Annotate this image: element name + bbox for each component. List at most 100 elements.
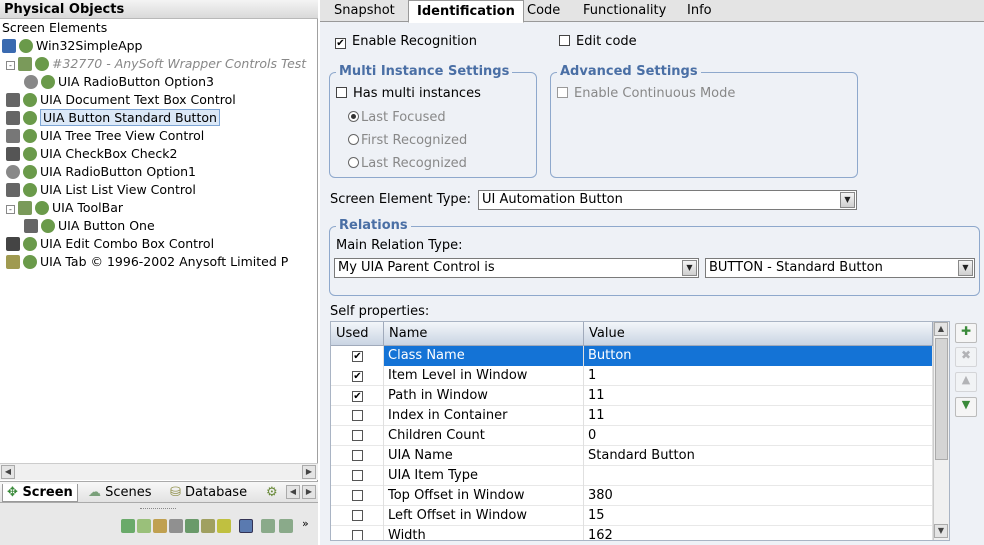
- pointer-icon[interactable]: [169, 519, 183, 533]
- used-checkbox[interactable]: [352, 450, 363, 461]
- property-value-cell[interactable]: Standard Button: [584, 446, 933, 466]
- used-checkbox[interactable]: ✔: [352, 351, 363, 362]
- used-cell[interactable]: [331, 406, 384, 426]
- scroll-up-icon[interactable]: ▲: [934, 322, 948, 336]
- tree-item[interactable]: Screen Elements: [2, 19, 107, 37]
- object-tree[interactable]: Screen Elements Win32SimpleApp - #32770 - A…: [0, 19, 318, 463]
- tree-item[interactable]: UIA CheckBox Check2: [6, 145, 177, 163]
- relation-target-select[interactable]: BUTTON - Standard Button ▼: [705, 258, 975, 278]
- property-value-cell[interactable]: 11: [584, 406, 933, 426]
- delete-property-button[interactable]: ✖: [955, 347, 977, 367]
- monitor-icon[interactable]: [185, 519, 199, 533]
- table-row[interactable]: Children Count 0: [331, 426, 933, 446]
- move-up-button[interactable]: ▲: [955, 372, 977, 392]
- used-cell[interactable]: [331, 466, 384, 486]
- property-value-cell[interactable]: 380: [584, 486, 933, 506]
- scroll-down-icon[interactable]: ▼: [934, 524, 948, 538]
- tab-screen[interactable]: ✥ Screen: [2, 484, 78, 502]
- table-row[interactable]: UIA Name Standard Button: [331, 446, 933, 466]
- used-checkbox[interactable]: [352, 490, 363, 501]
- chevron-down-icon[interactable]: ▼: [682, 260, 697, 276]
- used-cell[interactable]: [331, 426, 384, 446]
- radio-first-recognized[interactable]: First Recognized: [348, 133, 467, 149]
- chevron-down-icon[interactable]: ▼: [840, 192, 855, 208]
- column-header-used[interactable]: Used: [331, 322, 384, 346]
- table-row[interactable]: Width 162: [331, 526, 933, 540]
- property-value-cell[interactable]: 1: [584, 366, 933, 386]
- tabs-left-icon[interactable]: ◀: [286, 485, 300, 499]
- tree-item[interactable]: UIA Document Text Box Control: [6, 91, 236, 109]
- used-cell[interactable]: ✔: [331, 366, 384, 386]
- tree-item[interactable]: UIA List List View Control: [6, 181, 196, 199]
- table-row[interactable]: Top Offset in Window 380: [331, 486, 933, 506]
- tab-scenes[interactable]: ☁ Scenes: [84, 484, 156, 502]
- has-multi-instances-checkbox[interactable]: Has multi instances: [336, 86, 481, 102]
- property-value-cell[interactable]: 11: [584, 386, 933, 406]
- scroll-left-icon[interactable]: ◀: [1, 465, 15, 479]
- move-down-button[interactable]: ▼: [955, 397, 977, 417]
- toolbar-overflow-icon[interactable]: »: [302, 517, 309, 530]
- used-cell[interactable]: [331, 506, 384, 526]
- radio-last-focused[interactable]: Last Focused: [348, 110, 446, 126]
- tree-item[interactable]: UIA Tab © 1996-2002 Anysoft Limited P: [6, 253, 288, 271]
- tree-item[interactable]: UIA Button One: [24, 217, 155, 235]
- used-checkbox[interactable]: [352, 510, 363, 521]
- tree-item[interactable]: UIA RadioButton Option1: [6, 163, 196, 181]
- property-value-cell[interactable]: Button: [584, 346, 933, 366]
- used-checkbox[interactable]: ✔: [352, 391, 363, 402]
- tab-info[interactable]: Info: [679, 0, 720, 22]
- continuous-mode-check[interactable]: [557, 87, 568, 98]
- table-row[interactable]: ✔ Item Level in Window 1: [331, 366, 933, 386]
- group-icon[interactable]: [121, 519, 135, 533]
- grip-handle[interactable]: [140, 508, 176, 511]
- radio-last-recognized[interactable]: Last Recognized: [348, 156, 467, 172]
- scroll-thumb[interactable]: [935, 338, 948, 460]
- used-checkbox[interactable]: ✔: [352, 371, 363, 382]
- tree-horizontal-scrollbar[interactable]: ◀ ▶: [0, 463, 318, 480]
- enable-recognition-check[interactable]: ✔: [335, 38, 346, 49]
- collapse-toggle-icon[interactable]: -: [6, 61, 15, 70]
- has-multi-check[interactable]: [336, 87, 347, 98]
- tree-item[interactable]: UIA Tree Tree View Control: [6, 127, 204, 145]
- used-checkbox[interactable]: [352, 430, 363, 441]
- property-value-cell[interactable]: 0: [584, 426, 933, 446]
- tab-snapshot[interactable]: Snapshot: [326, 0, 403, 22]
- collapse-toggle-icon[interactable]: -: [6, 205, 15, 214]
- used-cell[interactable]: [331, 446, 384, 466]
- column-header-value[interactable]: Value: [584, 322, 933, 346]
- column-header-name[interactable]: Name: [384, 322, 584, 346]
- used-checkbox[interactable]: [352, 410, 363, 421]
- edit-code-checkbox[interactable]: Edit code: [559, 34, 637, 50]
- tree-item[interactable]: UIA RadioButton Option3: [24, 73, 214, 91]
- table-row[interactable]: UIA Item Type: [331, 466, 933, 486]
- edit-code-check[interactable]: [559, 35, 570, 46]
- tab-identification[interactable]: Identification: [408, 0, 524, 23]
- tab-database[interactable]: ⛁ Database: [166, 484, 251, 502]
- window-tool-icon[interactable]: [201, 519, 215, 533]
- tabs-right-icon[interactable]: ▶: [302, 485, 316, 499]
- filter-icon[interactable]: [239, 519, 253, 533]
- tree-item[interactable]: Win32SimpleApp: [2, 37, 143, 55]
- self-properties-grid[interactable]: Used Name Value ✔ Class Name Button ✔ Item L…: [330, 321, 950, 541]
- used-checkbox[interactable]: [352, 530, 363, 540]
- flag-icon[interactable]: [153, 519, 167, 533]
- used-cell[interactable]: [331, 526, 384, 540]
- connect-icon[interactable]: [137, 519, 151, 533]
- table-row[interactable]: Left Offset in Window 15: [331, 506, 933, 526]
- continuous-mode-checkbox[interactable]: Enable Continuous Mode: [557, 86, 735, 102]
- scroll-right-icon[interactable]: ▶: [302, 465, 316, 479]
- tree-item[interactable]: UIA Edit Combo Box Control: [6, 235, 214, 253]
- tree-item[interactable]: - UIA ToolBar: [6, 199, 123, 217]
- table-row[interactable]: ✔ Path in Window 11: [331, 386, 933, 406]
- copy-icon[interactable]: [261, 519, 275, 533]
- tree-item[interactable]: UIA Button Standard Button: [6, 109, 220, 127]
- chevron-down-icon[interactable]: ▼: [958, 260, 973, 276]
- property-value-cell[interactable]: 15: [584, 506, 933, 526]
- element-type-select[interactable]: UI Automation Button ▼: [478, 190, 857, 210]
- relation-type-select[interactable]: My UIA Parent Control is ▼: [334, 258, 699, 278]
- table-row[interactable]: Index in Container 11: [331, 406, 933, 426]
- grid-vertical-scrollbar[interactable]: ▲ ▼: [933, 322, 949, 540]
- property-value-cell[interactable]: [584, 466, 933, 486]
- tab-code[interactable]: Code: [519, 0, 568, 22]
- used-cell[interactable]: ✔: [331, 346, 384, 366]
